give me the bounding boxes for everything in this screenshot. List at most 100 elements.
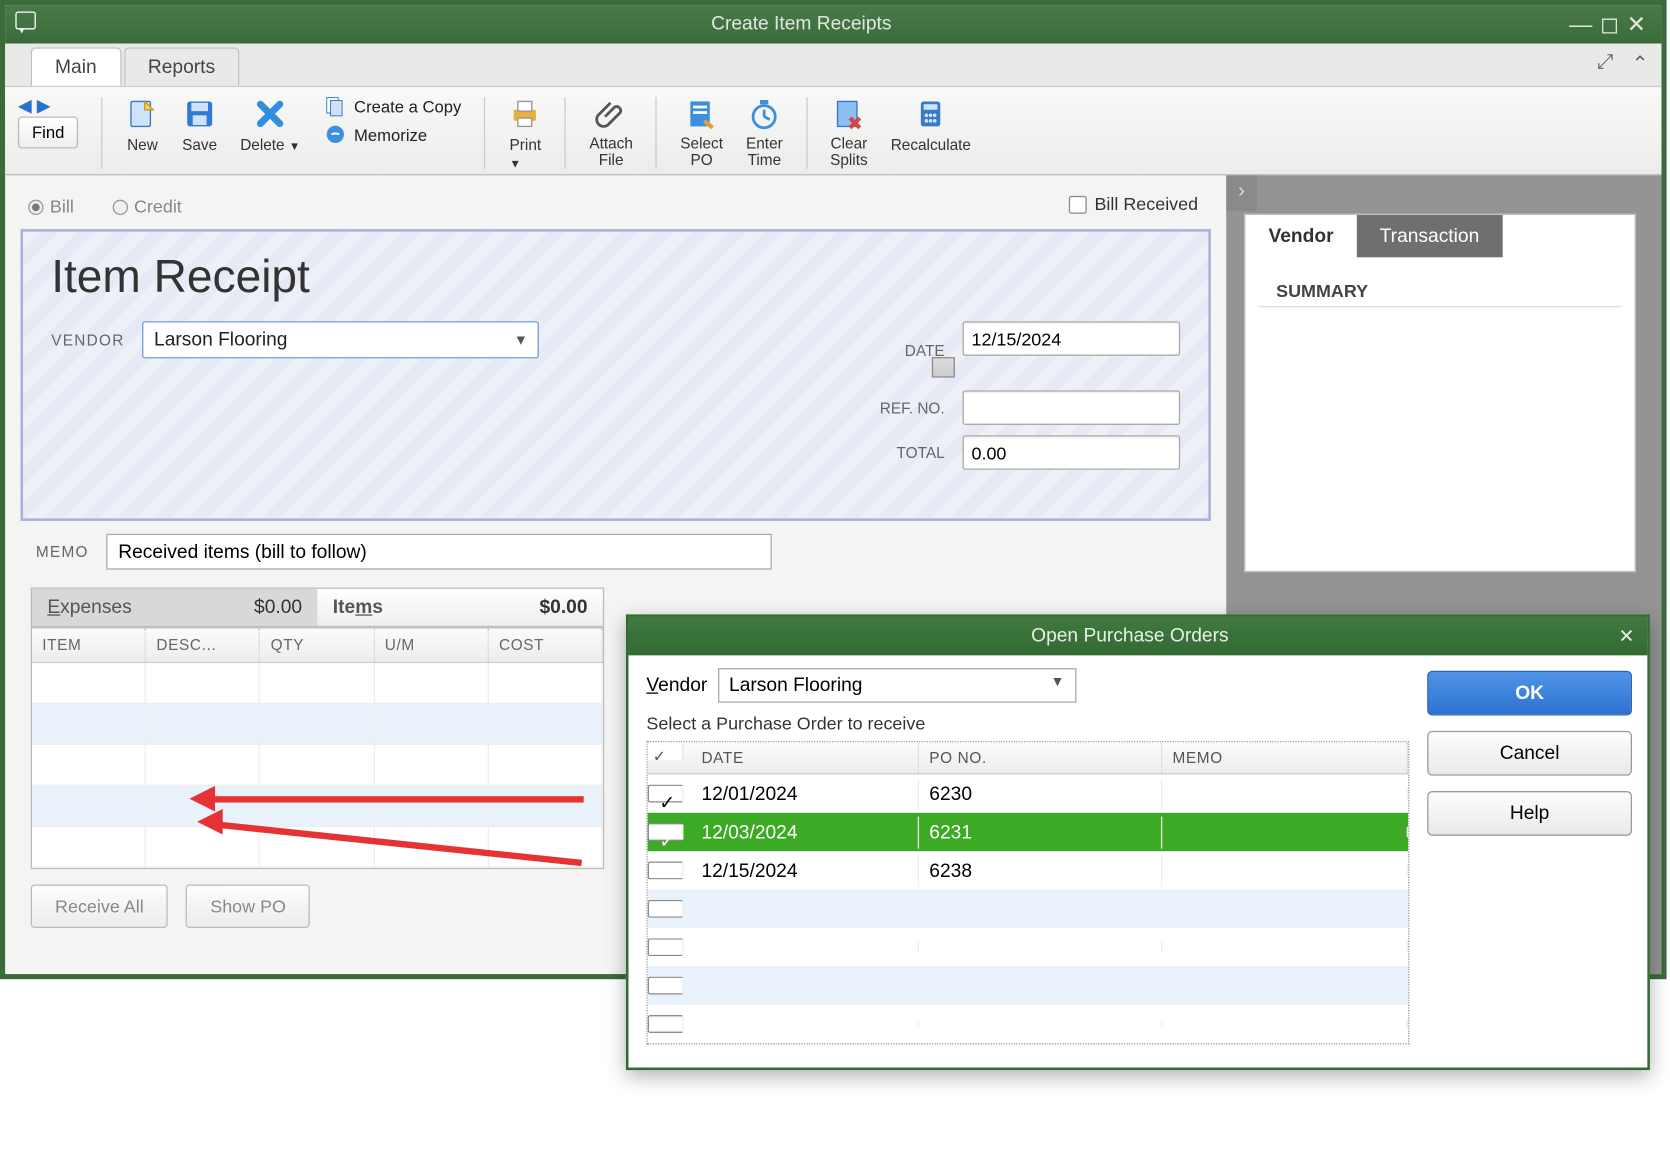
grid-row[interactable] <box>32 827 603 868</box>
row-check-icon[interactable]: ✓ <box>648 785 684 803</box>
show-po-button[interactable]: Show PO <box>186 884 310 928</box>
total-field[interactable] <box>963 435 1181 470</box>
row-memo <box>1162 827 1408 837</box>
minimize-icon[interactable]: — <box>1569 12 1600 38</box>
clear-splits-button[interactable]: ClearSplits <box>830 95 868 169</box>
col-cost: COST <box>489 628 603 661</box>
receive-all-button[interactable]: Receive All <box>31 884 168 928</box>
col-memo: MEMO <box>1162 742 1408 773</box>
side-collapse-icon[interactable]: › <box>1226 175 1257 211</box>
receipt-form: Item Receipt VENDOR Larson Flooring ▼ <box>20 229 1210 521</box>
recalculate-button[interactable]: Recalculate <box>891 95 971 154</box>
po-row[interactable]: 12/15/20246238 <box>648 851 1408 889</box>
dialog-close-icon[interactable]: ✕ <box>1618 625 1634 648</box>
bill-radio[interactable]: Bill <box>28 196 74 216</box>
vendor-combobox[interactable]: Larson Flooring ▼ <box>143 321 540 358</box>
window-title: Create Item Receipts <box>56 5 1546 43</box>
title-bar: Create Item Receipts —◻✕ <box>5 5 1661 43</box>
tab-items[interactable]: Items $0.00 <box>317 589 602 626</box>
row-po-no: 6230 <box>919 778 1162 810</box>
ref-no-field[interactable] <box>963 390 1181 425</box>
side-tab-vendor[interactable]: Vendor <box>1245 215 1356 257</box>
print-button[interactable]: Print▼ <box>509 95 542 172</box>
col-um: U/M <box>375 628 489 661</box>
save-button[interactable]: Save <box>182 95 217 154</box>
side-tab-transaction[interactable]: Transaction <box>1357 215 1503 257</box>
col-qty: QTY <box>260 628 374 661</box>
row-memo <box>1162 788 1408 798</box>
row-date: 12/01/2024 <box>691 778 919 810</box>
grid-row[interactable] <box>32 745 603 786</box>
grid-row[interactable] <box>32 786 603 827</box>
row-date: 12/03/2024 <box>691 816 919 848</box>
chevron-down-icon: ▼ <box>289 140 300 153</box>
dialog-instruction: Select a Purchase Order to receive <box>646 713 1409 733</box>
memo-field[interactable] <box>107 534 773 570</box>
po-row-empty[interactable] <box>648 928 1408 966</box>
calendar-icon[interactable] <box>932 357 955 377</box>
po-row[interactable]: ✓ 12/03/20246231 <box>648 813 1408 851</box>
row-po-no: 6238 <box>919 854 1162 886</box>
chevron-down-icon: ▼ <box>514 332 528 347</box>
chevron-down-icon: ▼ <box>510 157 521 170</box>
line-items-grid[interactable]: ITEM DESC... QTY U/M COST <box>31 627 604 869</box>
cancel-button[interactable]: Cancel <box>1427 731 1632 776</box>
chevron-down-icon: ▼ <box>1050 675 1064 697</box>
summary-heading: SUMMARY <box>1258 257 1622 307</box>
po-grid[interactable]: ✓ DATE PO NO. MEMO ✓ 12/01/20246230 ✓ 12/03… <box>646 741 1409 1044</box>
col-desc: DESC... <box>146 628 260 661</box>
dialog-title: Open Purchase Orders <box>641 625 1618 648</box>
open-purchase-orders-dialog: Open Purchase Orders ✕ Vendor Larson Flo… <box>626 614 1650 1070</box>
receipt-heading: Item Receipt <box>51 250 1180 304</box>
tab-reports[interactable]: Reports <box>124 47 240 85</box>
select-po-button[interactable]: SelectPO <box>680 95 723 169</box>
create-copy-button[interactable]: Create a Copy <box>323 95 461 118</box>
maximize-icon[interactable]: ◻ <box>1600 12 1627 38</box>
dialog-vendor-combobox[interactable]: Larson Flooring ▼ <box>718 668 1076 703</box>
attach-file-button[interactable]: AttachFile <box>589 95 633 169</box>
col-po-no: PO NO. <box>919 742 1162 773</box>
close-icon[interactable]: ✕ <box>1627 12 1654 38</box>
ok-button[interactable]: OK <box>1427 671 1632 716</box>
credit-radio[interactable]: Credit <box>112 196 182 216</box>
memo-label: MEMO <box>36 543 89 561</box>
next-arrow-icon[interactable]: ▶ <box>37 95 51 115</box>
tab-main[interactable]: Main <box>31 47 121 85</box>
total-label: TOTAL <box>897 444 945 462</box>
row-check-icon[interactable] <box>648 861 684 879</box>
bill-credit-radio-row: Bill Credit Bill Received <box>20 191 1210 227</box>
expand-icon[interactable]: ⤢ <box>1597 51 1613 77</box>
collapse-ribbon-icon[interactable]: ⌃ <box>1631 51 1648 77</box>
po-row[interactable]: ✓ 12/01/20246230 <box>648 774 1408 812</box>
expenses-items-tabs: Expenses $0.00 Items $0.00 <box>31 588 604 628</box>
new-button[interactable]: New <box>126 95 159 154</box>
grid-row[interactable] <box>32 663 603 704</box>
dialog-vendor-label: Vendor <box>646 675 707 697</box>
window-controls: —◻✕ <box>1546 5 1661 43</box>
ref-no-label: REF. NO. <box>880 399 945 417</box>
col-item: ITEM <box>32 628 146 661</box>
prev-arrow-icon[interactable]: ◀ <box>18 95 32 115</box>
col-date: DATE <box>691 742 919 773</box>
vendor-label: VENDOR <box>51 331 124 349</box>
grid-row[interactable] <box>32 704 603 745</box>
row-date: 12/15/2024 <box>691 854 919 886</box>
date-field[interactable] <box>963 321 1181 356</box>
po-row-empty[interactable] <box>648 1005 1408 1043</box>
row-memo <box>1162 865 1408 875</box>
bill-received-checkbox[interactable]: Bill Received <box>1069 193 1198 214</box>
po-row-empty[interactable] <box>648 890 1408 928</box>
enter-time-button[interactable]: EnterTime <box>746 95 783 169</box>
tab-expenses[interactable]: Expenses $0.00 <box>32 589 317 626</box>
memorize-button[interactable]: Memorize <box>323 123 461 146</box>
toolbar: ◀ ▶ Find New Save Delete ▼ Create a Copy… <box>5 87 1661 175</box>
window-menu-icon[interactable] <box>15 12 35 30</box>
find-button[interactable]: Find <box>18 116 79 148</box>
help-button[interactable]: Help <box>1427 791 1632 836</box>
col-check: ✓ <box>648 742 684 760</box>
ribbon-tabs: Main Reports ⤢ ⌃ <box>5 44 1661 88</box>
row-check-icon[interactable]: ✓ <box>648 823 684 841</box>
row-po-no: 6231 <box>919 816 1162 848</box>
delete-button[interactable]: Delete ▼ <box>240 95 300 154</box>
po-row-empty[interactable] <box>648 966 1408 1004</box>
